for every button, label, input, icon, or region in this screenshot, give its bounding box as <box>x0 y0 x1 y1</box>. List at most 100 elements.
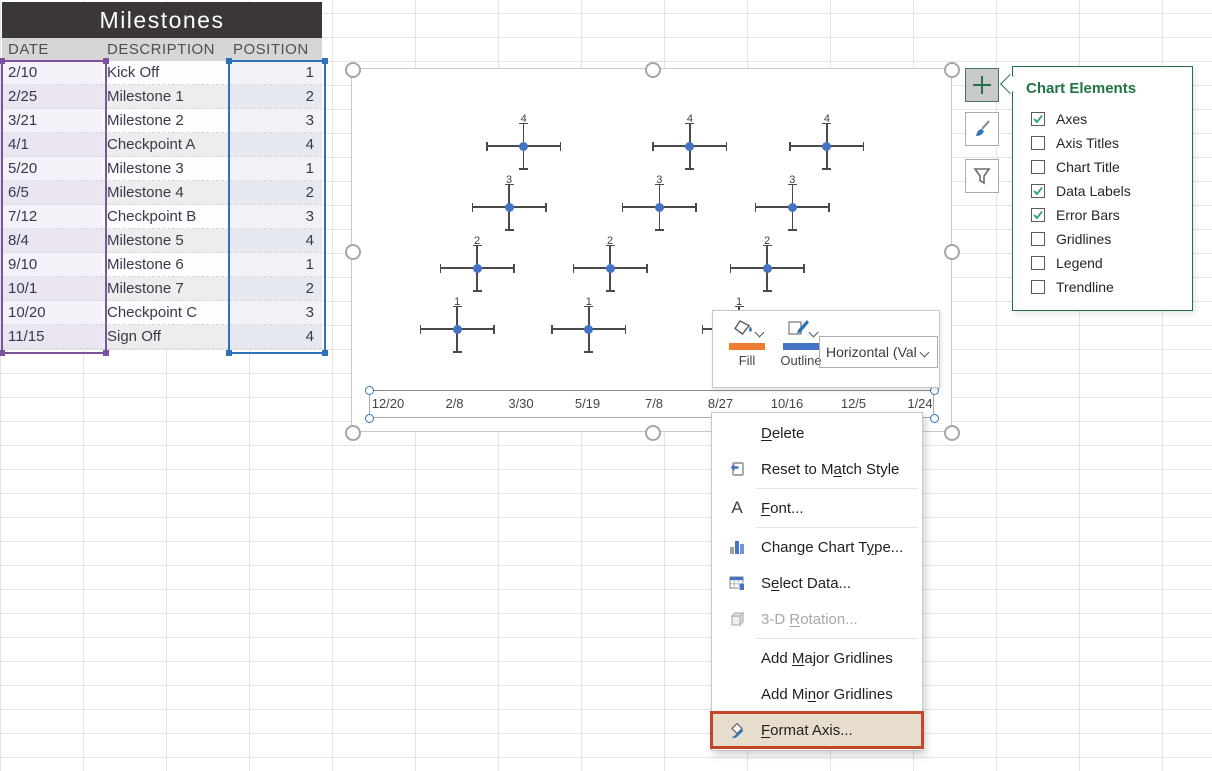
data-point-dot[interactable] <box>822 142 831 151</box>
data-point-dot[interactable] <box>606 264 615 273</box>
cell-position[interactable]: 1 <box>229 61 322 85</box>
cell-position[interactable]: 4 <box>229 325 322 349</box>
checkbox-label[interactable]: Axis Titles <box>1056 135 1119 151</box>
cell-description[interactable]: Checkpoint C <box>103 301 229 325</box>
checkbox-label[interactable]: Axes <box>1056 111 1087 127</box>
data-point-dot[interactable] <box>685 142 694 151</box>
table-row: 11/15Sign Off4 <box>2 325 322 349</box>
cell-description[interactable]: Milestone 6 <box>103 253 229 277</box>
cell-description[interactable]: Checkpoint A <box>103 133 229 157</box>
menu-item-reset-to-match-style[interactable]: Reset to Match Style <box>712 451 922 487</box>
checkbox-label[interactable]: Legend <box>1056 255 1103 271</box>
cell-position[interactable]: 2 <box>229 85 322 109</box>
axis-selection-handle[interactable] <box>365 414 374 423</box>
cell-position[interactable]: 1 <box>229 253 322 277</box>
menu-item-add-minor-gridlines[interactable]: Add Minor Gridlines <box>712 676 922 712</box>
cell-date[interactable]: 3/21 <box>2 109 103 133</box>
checkbox-gridlines[interactable] <box>1031 232 1045 246</box>
chart-filters-button[interactable] <box>965 159 999 193</box>
axis-selection-handle[interactable] <box>365 386 374 395</box>
cell-date[interactable]: 9/10 <box>2 253 103 277</box>
cell-position[interactable]: 3 <box>229 301 322 325</box>
cell-date[interactable]: 5/20 <box>2 157 103 181</box>
checkbox-axes[interactable] <box>1031 112 1045 126</box>
data-point-dot[interactable] <box>763 264 772 273</box>
cell-description[interactable]: Milestone 3 <box>103 157 229 181</box>
cell-position[interactable]: 1 <box>229 157 322 181</box>
cell-date[interactable]: 2/10 <box>2 61 103 85</box>
checkbox-trendline[interactable] <box>1031 280 1045 294</box>
cell-date[interactable]: 10/20 <box>2 301 103 325</box>
cell-description[interactable]: Milestone 1 <box>103 85 229 109</box>
checkbox-error-bars[interactable] <box>1031 208 1045 222</box>
data-point-dot[interactable] <box>505 203 514 212</box>
cell-date[interactable]: 8/4 <box>2 229 103 253</box>
chart-selection-handle[interactable] <box>944 425 960 441</box>
chart-selection-handle[interactable] <box>645 425 661 441</box>
cell-position[interactable]: 3 <box>229 205 322 229</box>
cell-position[interactable]: 4 <box>229 133 322 157</box>
menu-item-add-major-gridlines[interactable]: Add Major Gridlines <box>712 640 922 676</box>
cell-date[interactable]: 2/25 <box>2 85 103 109</box>
menu-item-select-data[interactable]: Select Data... <box>712 565 922 601</box>
cell-description[interactable]: Milestone 2 <box>103 109 229 133</box>
cell-position[interactable]: 2 <box>229 277 322 301</box>
chart-selection-handle[interactable] <box>944 62 960 78</box>
checkbox-legend[interactable] <box>1031 256 1045 270</box>
chart-elements-button[interactable] <box>965 68 999 102</box>
data-point-dot[interactable] <box>453 325 462 334</box>
chevron-down-icon[interactable] <box>808 328 818 338</box>
chart-selection-handle[interactable] <box>345 244 361 260</box>
data-point-dot[interactable] <box>788 203 797 212</box>
axis-selection-handle[interactable] <box>930 414 939 423</box>
table-title[interactable]: Milestones <box>2 2 322 38</box>
cell-description[interactable]: Kick Off <box>103 61 229 85</box>
menu-item-font[interactable]: AFont... <box>712 490 922 526</box>
cell-description[interactable]: Milestone 5 <box>103 229 229 253</box>
x-axis-tick-label: 1/24 <box>907 396 932 412</box>
chart-selection-handle[interactable] <box>944 244 960 260</box>
outline-color-bar <box>783 343 819 350</box>
chart-selection-handle[interactable] <box>345 425 361 441</box>
cell-date[interactable]: 11/15 <box>2 325 103 349</box>
checkbox-label[interactable]: Chart Title <box>1056 159 1120 175</box>
data-point-dot[interactable] <box>519 142 528 151</box>
cell-position[interactable]: 3 <box>229 109 322 133</box>
error-bar-cap <box>505 229 514 231</box>
checkbox-label[interactable]: Error Bars <box>1056 207 1120 223</box>
data-point-dot[interactable] <box>655 203 664 212</box>
header-position[interactable]: POSITION <box>229 38 322 61</box>
data-point-dot[interactable] <box>584 325 593 334</box>
menu-item-format-axis[interactable]: Format Axis... <box>712 712 922 748</box>
cell-description[interactable]: Sign Off <box>103 325 229 349</box>
header-description[interactable]: DESCRIPTION <box>103 38 229 61</box>
cell-date[interactable]: 4/1 <box>2 133 103 157</box>
cell-description[interactable]: Checkpoint B <box>103 205 229 229</box>
menu-item-delete[interactable]: Delete <box>712 415 922 451</box>
chart-selection-handle[interactable] <box>345 62 361 78</box>
checkbox-chart-title[interactable] <box>1031 160 1045 174</box>
checkbox-axis-titles[interactable] <box>1031 136 1045 150</box>
cell-position[interactable]: 2 <box>229 181 322 205</box>
data-point-dot[interactable] <box>473 264 482 273</box>
checkbox-label[interactable]: Gridlines <box>1056 231 1111 247</box>
header-date[interactable]: DATE <box>2 38 103 61</box>
cell-description[interactable]: Milestone 4 <box>103 181 229 205</box>
fill-button[interactable]: Fill <box>721 319 773 368</box>
cell-date[interactable]: 10/1 <box>2 277 103 301</box>
error-bar-cap <box>606 290 615 292</box>
chevron-down-icon[interactable] <box>754 328 764 338</box>
menu-item-change-chart-type[interactable]: Change Chart Type... <box>712 529 922 565</box>
chart-element-selector[interactable]: Horizontal (Val <box>819 336 938 368</box>
chart-selection-handle[interactable] <box>645 62 661 78</box>
cell-description[interactable]: Milestone 7 <box>103 277 229 301</box>
checkbox-data-labels[interactable] <box>1031 184 1045 198</box>
error-bar-cap <box>513 264 515 273</box>
checkbox-label[interactable]: Trendline <box>1056 279 1114 295</box>
error-bar-cap <box>646 264 648 273</box>
cell-position[interactable]: 4 <box>229 229 322 253</box>
checkbox-label[interactable]: Data Labels <box>1056 183 1131 199</box>
chart-styles-button[interactable] <box>965 112 999 146</box>
cell-date[interactable]: 7/12 <box>2 205 103 229</box>
cell-date[interactable]: 6/5 <box>2 181 103 205</box>
